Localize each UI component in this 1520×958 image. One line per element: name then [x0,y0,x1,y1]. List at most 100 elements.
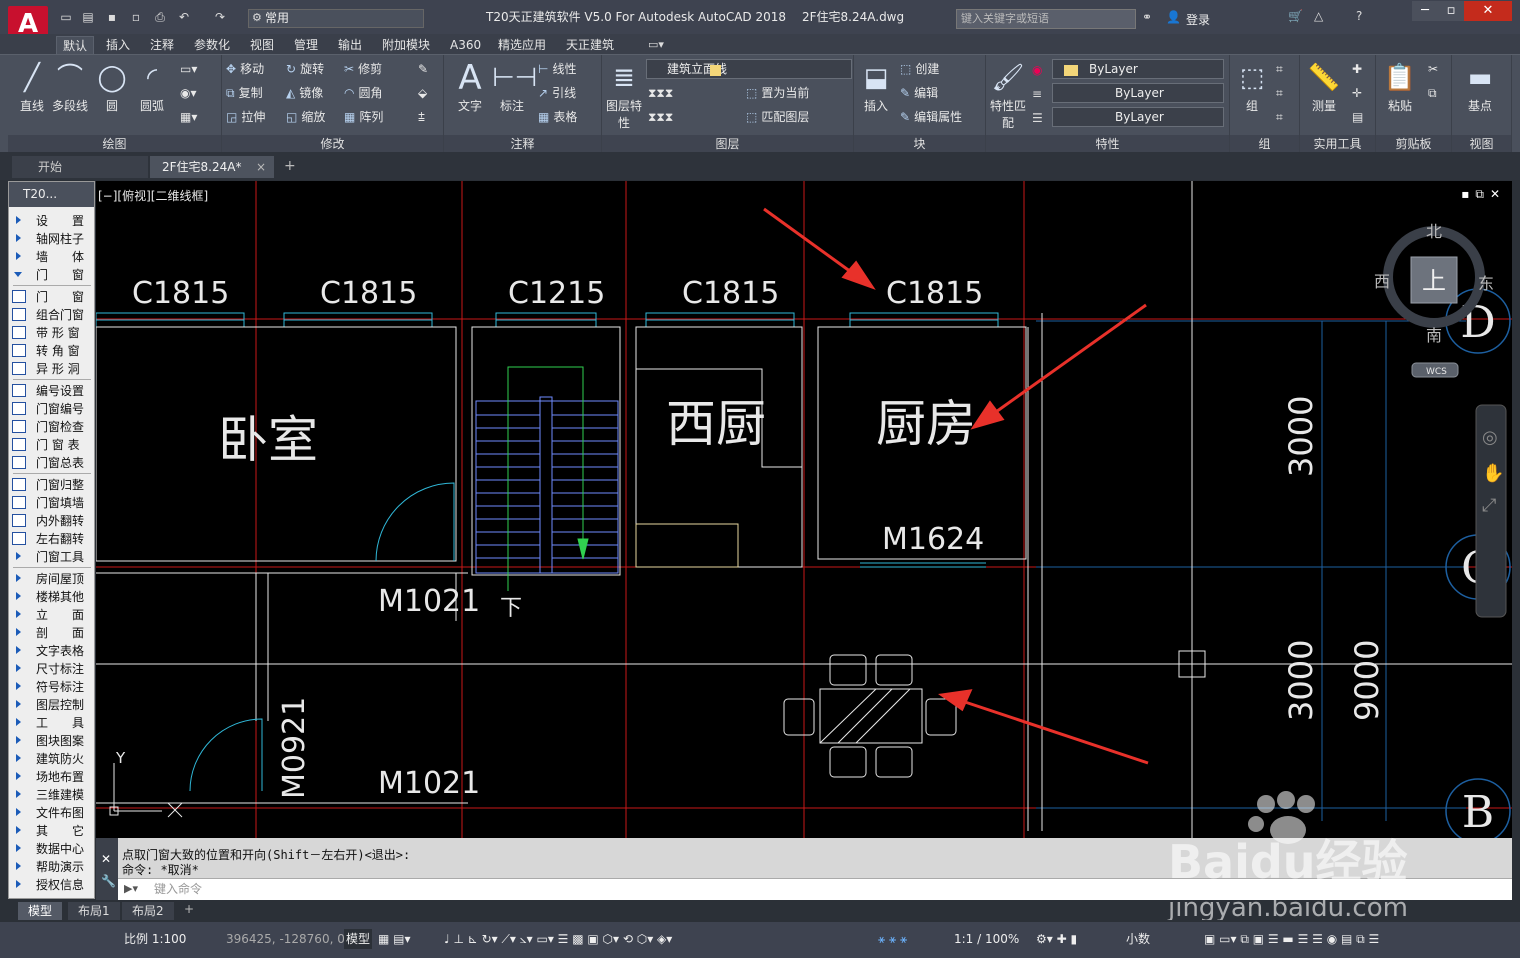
dimension-button[interactable]: ⊢⊣ 标注 [492,59,537,114]
panel-menu-item[interactable]: 门窗工具 [9,548,94,566]
panel-menu-item[interactable]: 墙 体 [9,248,94,266]
tab-tangent[interactable]: 天正建筑 [560,36,620,54]
viewcube-south[interactable]: 南 [1426,326,1442,345]
tab-featured[interactable]: 精选应用 [492,36,552,54]
tab-insert[interactable]: 插入 [100,36,136,54]
pan-icon[interactable]: ✋ [1482,462,1504,484]
panel-layers-title[interactable]: 图层 [602,135,853,153]
text-button[interactable]: A 文字 [450,59,490,114]
viewcube-west[interactable]: 西 [1374,272,1390,291]
close-command-icon[interactable]: ✕ [101,852,111,866]
tab-parametric[interactable]: 参数化 [188,36,236,54]
panel-menu-item[interactable]: 门窗归整 [9,476,94,494]
doc-tab-drawing[interactable]: 2F住宅8.24A* × [150,156,274,178]
make-current-button[interactable]: ⬚ 置为当前 [746,83,809,103]
panel-menu-item[interactable]: 立 面 [9,606,94,624]
zoom-icon[interactable]: ⤢ [1482,495,1497,516]
region-icon[interactable]: ▦▾ [180,107,197,127]
tab-layout2[interactable]: 布局2 [122,902,174,920]
status-tool-icons[interactable]: ▣ ▭▾ ⧉ ▣ ☰ ▬ ☰ ☰ ◉ ▤ ⧉ ☰ [1204,929,1379,949]
group-button[interactable]: ⬚ 组 [1232,59,1272,114]
close-button[interactable]: ✕ [1464,1,1512,21]
trim-button[interactable]: ✂ 修剪 [344,59,382,79]
search-input[interactable]: 键入关键字或短语 [956,9,1136,29]
drawing-scale[interactable]: 比例 1:100 [124,929,186,949]
panel-groups-title[interactable]: 组 [1230,135,1299,153]
panel-menu-item[interactable]: 工 具 [9,714,94,732]
panel-menu-item[interactable]: 帮助演示 [9,858,94,876]
exchange-icon[interactable]: △ [1314,9,1323,23]
layer-tools-icon[interactable]: ⧗⧗⧗ [648,83,673,103]
tab-layout1[interactable]: 布局1 [68,902,120,920]
array-button[interactable]: ▦ 阵列 [344,107,383,127]
panel-menu-item[interactable]: 三维建模 [9,786,94,804]
group-edit-icon[interactable]: ⌗ [1276,83,1283,103]
fillet-button[interactable]: ◠ 圆角 [344,83,383,103]
tab-a360[interactable]: A360 [444,36,487,54]
viewport-minimize-icon[interactable]: ▪ [1461,187,1475,201]
tab-output[interactable]: 输出 [332,36,368,54]
calculator-icon[interactable]: ▤ [1352,107,1363,127]
drawing-canvas[interactable]: Y C1815 C1815 C1215 C1815 C1815 卧室 西厨 厨房… [96,181,1512,838]
match-properties-button[interactable]: 🖌 特性匹配 [988,59,1028,131]
panel-utilities-title[interactable]: 实用工具 [1300,135,1375,153]
copy-clip-icon[interactable]: ⧉ [1428,83,1437,103]
cut-icon[interactable]: ✂ [1428,59,1438,79]
redo-icon[interactable]: ↷ [212,10,228,24]
line-button[interactable]: ╱ 直线 [12,59,52,114]
panel-menu-item[interactable]: 图层控制 [9,696,94,714]
panel-menu-item[interactable]: 剖 面 [9,624,94,642]
layer-properties-button[interactable]: ≣ 图层特性 [604,59,644,131]
panel-menu-item[interactable]: 内外翻转 [9,512,94,530]
panel-menu-item[interactable]: 门窗检查 [9,418,94,436]
binoculars-icon[interactable]: ⚭ [1142,10,1152,24]
match-layer-button[interactable]: ⬚ 匹配图层 [746,107,809,127]
edit-attr-button[interactable]: ✎ 编辑属性 [900,107,962,127]
ribbon-options-icon[interactable]: ▭▾ [648,38,664,51]
new-file-icon[interactable]: ▭ [58,10,74,24]
panel-menu-item[interactable]: 门 窗 [9,288,94,306]
circle-button[interactable]: ◯ 圆 [92,59,132,114]
scale-button[interactable]: ◱ 缩放 [286,107,325,127]
create-block-button[interactable]: ⬚ 创建 [900,59,939,79]
panel-annotation-title[interactable]: 注释 [444,135,601,153]
panel-menu-item[interactable]: 门窗填墙 [9,494,94,512]
open-file-icon[interactable]: ▤ [80,10,96,24]
panel-menu-item[interactable]: 异 形 洞 [9,360,94,378]
steering-wheel-icon[interactable]: ◎ [1482,427,1498,448]
paste-button[interactable]: 📋 粘贴 [1380,59,1420,114]
offset-icon[interactable]: ⩲ [418,107,425,127]
help-icon[interactable]: ? [1356,9,1362,23]
snap-icons[interactable]: ♩ ⊥ ⊾ ↻▾ ⟋▾ ⦣▾ ▭▾ ☰ ▩ ▣ ⬡▾ ⟲ ⬡▾ ◈▾ [444,929,672,949]
login-button[interactable]: 登录 [1186,11,1210,28]
tab-default[interactable]: 默认 [56,36,95,54]
panel-view-title[interactable]: 视图 [1452,135,1511,153]
copy-button[interactable]: ⧉ 复制 [226,83,263,103]
erase-icon[interactable]: ✎ [418,59,428,79]
panel-draw-title[interactable]: 绘图 [8,135,221,153]
panel-menu-item[interactable]: 门 窗 [9,266,94,284]
tab-addins[interactable]: 附加模块 [376,36,436,54]
panel-menu-item[interactable]: 其 它 [9,822,94,840]
panel-menu-item[interactable]: 设 置 [9,212,94,230]
units-dropdown[interactable]: 小数 [1126,929,1150,949]
panel-modify-title[interactable]: 修改 [222,135,443,153]
save-icon[interactable]: ▪ [104,10,120,24]
rectangle-icon[interactable]: ▭▾ [180,59,197,79]
viewcube-north[interactable]: 北 [1426,222,1442,241]
point-icon[interactable]: ✛ [1352,83,1362,103]
new-tab-icon[interactable]: + [284,158,296,174]
undo-icon[interactable]: ↶ [176,10,192,24]
base-view-button[interactable]: ▬ 基点 [1460,59,1500,114]
panel-menu-item[interactable]: 编号设置 [9,382,94,400]
viewport-close-icon[interactable]: ✕ [1490,187,1506,201]
model-space-toggle[interactable]: 模型 [344,929,373,949]
panel-menu-item[interactable]: 门窗总表 [9,454,94,472]
panel-block-title[interactable]: 块 [854,135,985,153]
maximize-button[interactable]: ▫ [1438,1,1464,21]
panel-menu-item[interactable]: 符号标注 [9,678,94,696]
panel-menu-item[interactable]: 房间屋顶 [9,570,94,588]
panel-menu-item[interactable]: 文字表格 [9,642,94,660]
print-icon[interactable]: ⎙ [152,10,168,24]
rotate-button[interactable]: ↻ 旋转 [286,59,324,79]
